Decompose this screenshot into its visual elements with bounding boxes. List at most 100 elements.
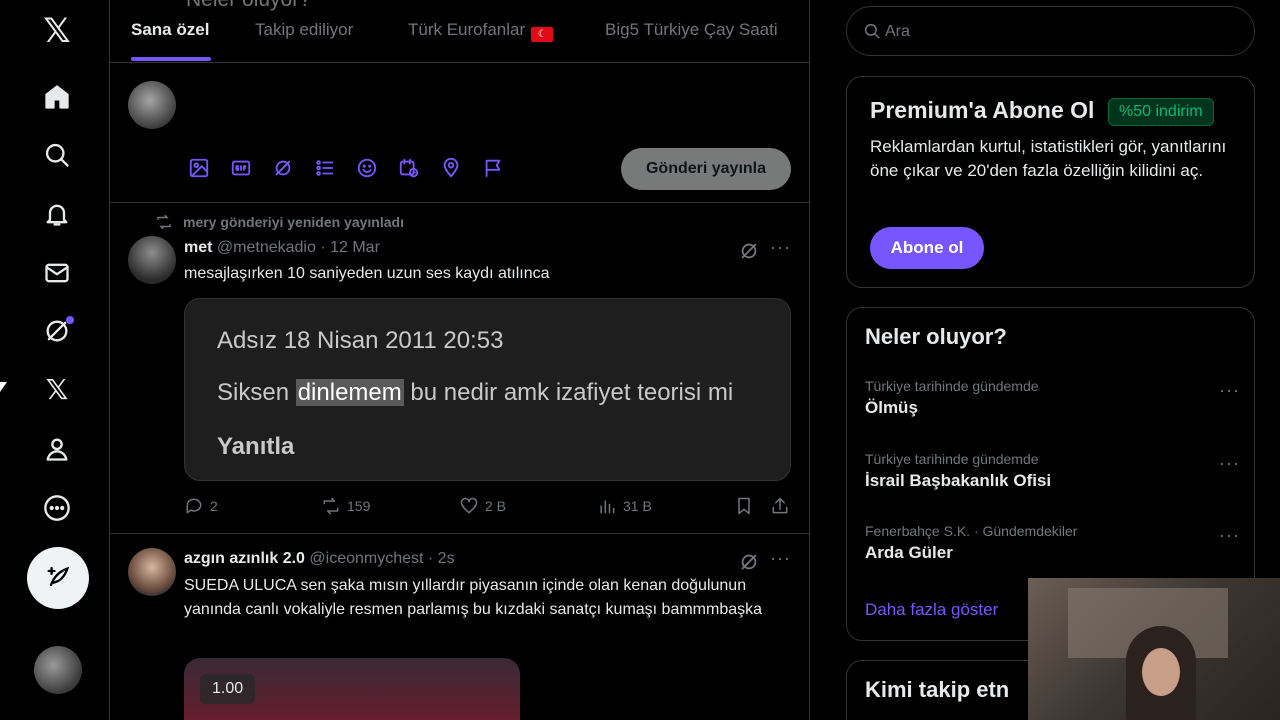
premium-x-icon[interactable]: 𝕏 [40, 373, 74, 407]
notifications-bell-icon[interactable] [40, 197, 74, 231]
webcam-face [1142, 648, 1180, 696]
search-icon [864, 23, 880, 39]
home-icon[interactable] [40, 80, 74, 114]
app-root: 𝕏 𝕏 Sana özel Takip ediliyor Türk Eurofa… [0, 0, 1280, 720]
account-avatar[interactable] [34, 646, 82, 694]
follow-title: Kimi takip etn [865, 677, 1010, 702]
emoji-icon[interactable] [356, 157, 378, 179]
media-line-2: Siksen dinlemem bu nedir amk izafiyet te… [217, 379, 734, 406]
grok-explain-icon[interactable] [738, 551, 760, 573]
image-icon[interactable] [188, 157, 210, 179]
messages-mail-icon[interactable] [40, 256, 74, 290]
repost-icon [323, 497, 339, 515]
repost-indicator: mery gönderiyi yeniden yayınladı [155, 213, 404, 231]
media-line-1: Adsız 18 Nisan 2011 20:53 [217, 327, 504, 354]
search-input[interactable] [885, 19, 1225, 45]
tab-takip-ediliyor[interactable]: Takip ediliyor [255, 20, 353, 40]
premium-description: Reklamlardan kurtul, istatistikleri gör,… [870, 137, 1227, 180]
post-text: SUEDA ULUCA sen şaka mısın yıllardır piy… [184, 577, 763, 618]
post-media-image[interactable]: Adsız 18 Nisan 2011 20:53 Siksen dinleme… [184, 298, 791, 481]
mouse-cursor-icon [0, 382, 7, 392]
location-icon[interactable] [440, 157, 462, 179]
post-author-avatar[interactable] [128, 548, 176, 596]
compose-post-button[interactable] [27, 547, 89, 609]
post-time[interactable]: · 2s [428, 550, 455, 567]
trends-title: Neler oluyor? [865, 324, 1007, 349]
post-button[interactable]: Gönderi yayınla [621, 148, 791, 190]
repost-icon [157, 214, 171, 230]
bookmark-button[interactable] [734, 496, 754, 516]
tab-big5-turkiye[interactable]: Big5 Türkiye Çay Saati [605, 20, 778, 40]
post-author-avatar[interactable] [128, 236, 176, 284]
share-icon [772, 497, 788, 514]
post-item[interactable]: mery gönderiyi yeniden yayınladı met @me… [110, 203, 809, 534]
composer-overlay: Gönderi yayınla [110, 63, 809, 203]
post-header: met @metnekadio · 12 Mar [184, 239, 380, 257]
schedule-icon[interactable] [398, 157, 420, 179]
explore-search-icon[interactable] [40, 138, 74, 172]
trend-context: Türkiye tarihinde gündemde [865, 451, 1039, 467]
flag-icon[interactable] [482, 157, 504, 179]
trend-item[interactable]: Fenerbahçe S.K. · Gündemdekiler Arda Gül… [865, 523, 1240, 573]
post-more-icon[interactable]: ··· [770, 237, 791, 258]
premium-card: Premium'a Abone Ol %50 indirim Reklamlar… [846, 76, 1255, 288]
tab-sana-ozel[interactable]: Sana özel [131, 20, 209, 40]
post-header: azgın azınlık 2.0 @iceonmychest · 2s [184, 550, 455, 568]
trend-context: Fenerbahçe S.K. · Gündemdekiler [865, 523, 1078, 539]
webcam-overlay [1028, 578, 1280, 720]
repost-button[interactable]: 159 [321, 496, 370, 516]
heart-icon [460, 497, 478, 514]
grok-icon[interactable] [40, 314, 74, 348]
composer-toolbar [188, 157, 504, 179]
post-video[interactable]: 1.00 [184, 658, 520, 720]
media-line-3: Yanıtla [217, 433, 295, 460]
reply-button[interactable]: 2 [184, 496, 218, 516]
grok-explain-icon[interactable] [738, 240, 760, 262]
author-handle[interactable]: @iceonmychest [309, 550, 423, 567]
left-nav: 𝕏 𝕏 [0, 0, 110, 720]
share-button[interactable] [770, 496, 790, 516]
composer-input[interactable] [186, 0, 706, 12]
trend-item[interactable]: Türkiye tarihinde gündemde Ölmüş ··· [865, 378, 1240, 428]
trend-name: İsrail Başbakanlık Ofisi [865, 471, 1052, 490]
post-more-icon[interactable]: ··· [770, 548, 791, 569]
premium-title: Premium'a Abone Ol [870, 97, 1095, 123]
notification-dot [66, 316, 74, 324]
post-actions: 2 159 2 B 31 B [184, 496, 791, 520]
video-timestamp: 1.00 [200, 674, 256, 704]
active-tab-indicator [131, 57, 211, 61]
x-logo-icon[interactable]: 𝕏 [40, 14, 74, 48]
poll-icon[interactable] [314, 157, 336, 179]
tab-turk-eurofanlar[interactable]: Türk Eurofanlar ☾ [408, 20, 554, 42]
like-button[interactable]: 2 B [459, 496, 506, 516]
subscribe-button[interactable]: Abone ol [870, 227, 984, 269]
trend-item[interactable]: Türkiye tarihinde gündemde İsrail Başbak… [865, 451, 1240, 501]
feather-plus-icon [47, 566, 70, 587]
trend-context: Türkiye tarihinde gündemde [865, 378, 1039, 394]
trend-name: Arda Güler [865, 543, 953, 562]
main-timeline: Sana özel Takip ediliyor Türk Eurofanlar… [110, 0, 810, 720]
turkey-flag-icon: ☾ [531, 27, 554, 42]
author-handle[interactable]: @metnekadio [217, 239, 316, 256]
repost-label: mery gönderiyi yeniden yayınladı [183, 214, 404, 230]
more-options-icon[interactable] [40, 491, 74, 525]
views-button[interactable]: 31 B [597, 496, 652, 516]
author-name[interactable]: azgın azınlık 2.0 [184, 550, 305, 567]
grok-icon[interactable] [272, 157, 294, 179]
profile-person-icon[interactable] [40, 432, 74, 466]
bookmark-icon [738, 497, 750, 515]
trend-name: Ölmüş [865, 398, 918, 417]
reply-icon [186, 498, 202, 514]
discount-badge: %50 indirim [1108, 98, 1214, 126]
gif-icon[interactable] [230, 157, 252, 179]
post-text: mesajlaşırken 10 saniyeden uzun ses kayd… [184, 265, 550, 282]
views-chart-icon [600, 500, 615, 514]
trend-more-icon[interactable]: ··· [1219, 525, 1240, 546]
show-more-link[interactable]: Daha fazla göster [865, 600, 998, 620]
trend-more-icon[interactable]: ··· [1219, 453, 1240, 474]
trend-more-icon[interactable]: ··· [1219, 380, 1240, 401]
post-time[interactable]: · 12 Mar [320, 239, 380, 256]
post-item[interactable]: azgın azınlık 2.0 @iceonmychest · 2s ···… [110, 534, 809, 720]
search-bar[interactable] [846, 6, 1255, 56]
author-name[interactable]: met [184, 239, 212, 256]
